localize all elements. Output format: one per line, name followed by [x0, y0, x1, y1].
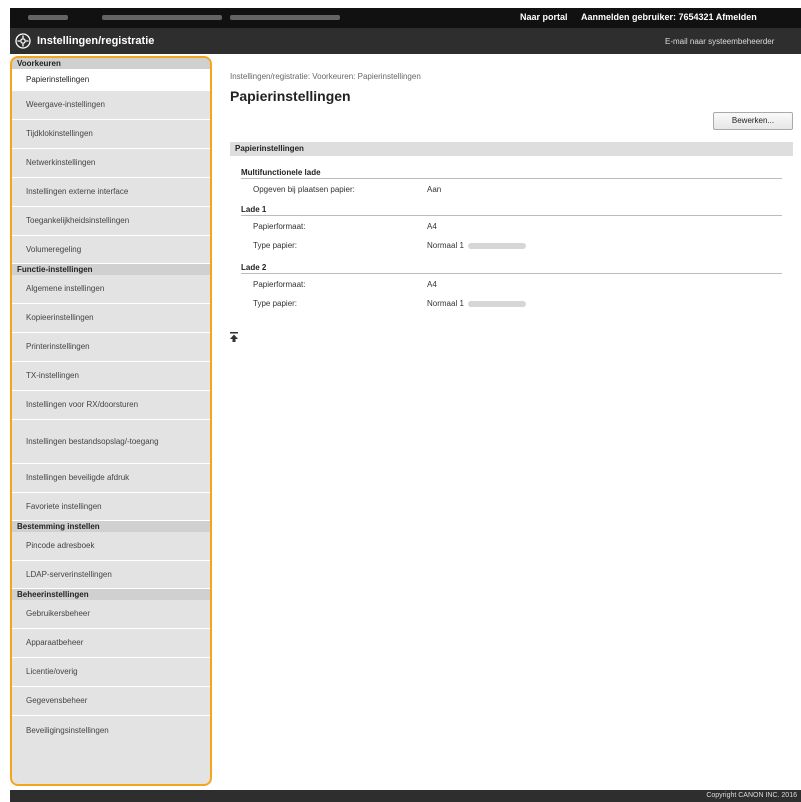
row-value: A4 — [427, 222, 437, 231]
sidebar-item-algemeen[interactable]: Algemene instellingen — [12, 275, 210, 304]
group-title-multifunctionele-lade: Multifunctionele lade — [241, 168, 321, 177]
app-title: Instellingen/registratie — [37, 35, 155, 47]
sidebar-item-apparaatbeheer[interactable]: Apparaatbeheer — [12, 629, 210, 658]
divider — [241, 215, 782, 216]
sidebar-item-kopieer[interactable]: Kopieerinstellingen — [12, 304, 210, 333]
sidebar-item-licentie[interactable]: Licentie/overig — [12, 658, 210, 687]
sidebar-item-papierinstellingen[interactable]: Papierinstellingen — [12, 69, 210, 91]
sidebar-item-label: Pincode adresboek — [26, 541, 95, 550]
footer: Copyright CANON INC. 2016 — [10, 790, 801, 802]
sidebar-item-netwerk[interactable]: Netwerkinstellingen — [12, 149, 210, 178]
sidebar-item-toegankelijkheid[interactable]: Toegankelijkheidsinstellingen — [12, 207, 210, 236]
row-value-paper-type: Normaal 1 — [427, 241, 526, 250]
row-value: A4 — [427, 280, 437, 289]
sidebar-item-externe-interface[interactable]: Instellingen externe interface — [12, 178, 210, 207]
sidebar-item-pincode[interactable]: Pincode adresboek — [12, 532, 210, 561]
sidebar-item-label: Beveiligingsinstellingen — [26, 725, 109, 735]
sidebar-item-label: Volumeregeling — [26, 244, 82, 254]
row-value: Aan — [427, 185, 442, 194]
obscured-text — [467, 300, 526, 307]
sidebar-item-volume[interactable]: Volumeregeling — [12, 236, 210, 264]
sidebar-item-label: Algemene instellingen — [26, 284, 105, 293]
sidebar-item-label: Licentie/overig — [26, 667, 78, 676]
copyright: Copyright CANON INC. 2016 — [706, 792, 797, 799]
sidebar-item-ldap[interactable]: LDAP-serverinstellingen — [12, 561, 210, 589]
sidebar-item-beveiliging[interactable]: Beveiligingsinstellingen — [12, 716, 210, 745]
sidebar-item-label: Toegankelijkheidsinstellingen — [26, 216, 130, 225]
group-title-lade-2: Lade 2 — [241, 263, 267, 272]
sidebar-item-printer[interactable]: Printerinstellingen — [12, 333, 210, 362]
sidebar-item-label: Printerinstellingen — [26, 342, 90, 351]
group-title-lade-1: Lade 1 — [241, 205, 267, 214]
edit-button[interactable]: Bewerken... — [713, 112, 793, 130]
mail-admin-link[interactable]: E-mail naar systeembeheerder — [665, 37, 774, 46]
settings-gear-icon — [15, 33, 31, 49]
sidebar-nav: Voorkeuren Papierinstellingen Weergave-i… — [10, 56, 212, 786]
row-value-paper-type: Normaal 1 — [427, 299, 526, 308]
sidebar-item-label: Kopieerinstellingen — [26, 313, 94, 322]
top-bar: Naar portal Aanmelden gebruiker: 7654321… — [10, 8, 801, 28]
row-label: Opgeven bij plaatsen papier: — [253, 185, 355, 194]
sidebar-item-tijdklok[interactable]: Tijdklokinstellingen — [12, 120, 210, 149]
sidebar-item-label: Netwerkinstellingen — [26, 158, 96, 167]
sidebar-item-label: TX-instellingen — [26, 371, 79, 380]
row-label: Papierformaat: — [253, 280, 306, 289]
row-label: Type papier: — [253, 241, 298, 250]
sidebar-item-label: Instellingen externe interface — [26, 187, 129, 196]
section-header: Papierinstellingen — [230, 142, 793, 156]
obscured-text — [28, 15, 68, 20]
sidebar-item-label: Tijdklokinstellingen — [26, 129, 93, 138]
sidebar-item-label: Instellingen voor RX/doorsturen — [26, 400, 139, 409]
obscured-text — [467, 242, 526, 249]
sidebar-item-gegevensbeheer[interactable]: Gegevensbeheer — [12, 687, 210, 716]
row-label: Type papier: — [253, 299, 298, 308]
sidebar-section-voorkeuren: Voorkeuren — [12, 58, 210, 69]
portal-link[interactable]: Naar portal — [520, 12, 568, 22]
app-header: Instellingen/registratie E-mail naar sys… — [10, 28, 801, 54]
sidebar-item-label: Instellingen bestandsopslag/-toegang — [26, 436, 159, 446]
paper-type-text: Normaal 1 — [427, 299, 464, 308]
sidebar-item-gebruikersbeheer[interactable]: Gebruikersbeheer — [12, 600, 210, 629]
login-status[interactable]: Aanmelden gebruiker: 7654321 Afmelden — [581, 12, 757, 22]
back-to-top-icon[interactable] — [230, 332, 238, 342]
sidebar-section-functie: Functie-instellingen — [12, 264, 210, 275]
sidebar-item-label: Favoriete instellingen — [26, 501, 102, 511]
divider — [241, 273, 782, 274]
divider — [241, 178, 782, 179]
sidebar-item-weergave[interactable]: Weergave-instellingen — [12, 91, 210, 120]
sidebar-item-tx[interactable]: TX-instellingen — [12, 362, 210, 391]
paper-type-text: Normaal 1 — [427, 241, 464, 250]
sidebar-item-label: Gegevensbeheer — [26, 696, 88, 705]
sidebar-section-bestemming: Bestemming instellen — [12, 521, 210, 532]
row-label: Papierformaat: — [253, 222, 306, 231]
sidebar-item-bestandsopslag[interactable]: Instellingen bestandsopslag/-toegang — [12, 420, 210, 464]
sidebar-item-beveiligde-afdruk[interactable]: Instellingen beveiligde afdruk — [12, 464, 210, 493]
obscured-text — [230, 15, 340, 20]
obscured-text — [102, 15, 222, 20]
sidebar-item-label: Papierinstellingen — [26, 74, 90, 84]
breadcrumb: Instellingen/registratie: Voorkeuren: Pa… — [230, 72, 421, 81]
sidebar-item-label: Apparaatbeheer — [26, 638, 84, 647]
sidebar-item-label: Instellingen beveiligde afdruk — [26, 473, 130, 482]
sidebar-item-label: Weergave-instellingen — [26, 100, 106, 109]
sidebar-item-favoriete[interactable]: Favoriete instellingen — [12, 493, 210, 521]
sidebar-item-rx[interactable]: Instellingen voor RX/doorsturen — [12, 391, 210, 420]
sidebar-section-beheer: Beheerinstellingen — [12, 589, 210, 600]
sidebar-item-label: LDAP-serverinstellingen — [26, 569, 112, 579]
sidebar-item-label: Gebruikersbeheer — [26, 609, 91, 618]
page-title: Papierinstellingen — [230, 88, 351, 104]
